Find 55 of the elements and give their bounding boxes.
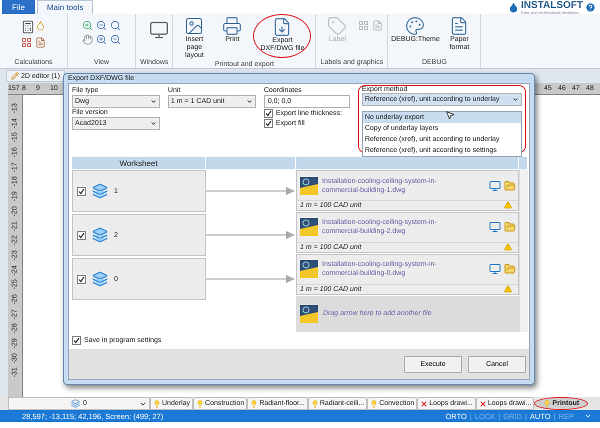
window-icon[interactable] — [148, 20, 169, 40]
dwg-file-icon — [299, 176, 319, 196]
warning-icon — [504, 285, 512, 294]
bulb-icon — [196, 400, 204, 408]
bulb-icon — [370, 400, 378, 408]
bulb-icon — [250, 400, 258, 408]
checkbox[interactable] — [77, 274, 86, 284]
cross-icon — [420, 400, 428, 408]
layers-icon — [92, 227, 108, 243]
checkbox[interactable] — [264, 109, 273, 118]
bulb-icon — [153, 400, 161, 408]
warning-icon — [504, 243, 512, 252]
caret-icon — [246, 98, 253, 105]
ribbon-button-icon — [184, 16, 204, 36]
bulb-icon — [543, 400, 552, 408]
cross-icon — [478, 400, 487, 408]
zoom-out-icon[interactable] — [110, 34, 121, 45]
calculator-icon[interactable] — [21, 20, 35, 34]
monitor-icon[interactable] — [489, 180, 501, 192]
layers-icon — [92, 183, 108, 199]
grid-icon[interactable] — [21, 37, 32, 48]
brand-name: INSTALSOFT — [520, 0, 583, 10]
bulb-icon — [310, 400, 319, 408]
layers-icon — [71, 399, 80, 408]
document-icon[interactable] — [35, 37, 46, 48]
ribbon-button-icon — [222, 16, 242, 36]
caret-icon[interactable] — [584, 412, 592, 420]
hand-icon[interactable] — [82, 34, 93, 45]
dwg-file-icon — [299, 259, 319, 280]
search-icon[interactable] — [110, 20, 121, 31]
caret-icon — [512, 96, 520, 103]
ribbon-button-icon — [327, 16, 348, 36]
monitor-icon[interactable] — [489, 263, 501, 276]
caret-icon — [150, 120, 157, 127]
warning-icon — [504, 201, 512, 210]
checkbox[interactable] — [77, 230, 86, 240]
dwg-file-icon — [299, 217, 319, 238]
zoom-in-icon[interactable] — [96, 34, 107, 45]
dwg-file-icon — [299, 304, 319, 324]
logo-icon — [508, 2, 519, 12]
checkbox[interactable] — [72, 336, 81, 345]
zoom-in-icon[interactable] — [82, 20, 93, 31]
checkbox[interactable] — [264, 119, 273, 128]
zoom-out-icon[interactable] — [96, 20, 107, 31]
menu-tab[interactable]: Main tools — [36, 0, 94, 14]
checkbox[interactable] — [77, 186, 86, 196]
help-icon[interactable] — [585, 2, 596, 12]
layers-icon — [92, 271, 108, 287]
ribbon-button-icon — [405, 16, 426, 36]
column-header: Worksheet — [72, 157, 206, 169]
menu-tab[interactable]: File — [2, 0, 35, 14]
scrollbar[interactable] — [519, 169, 528, 332]
monitor-icon[interactable] — [489, 221, 501, 234]
caret-icon — [150, 98, 157, 105]
pencil-icon — [11, 72, 19, 80]
